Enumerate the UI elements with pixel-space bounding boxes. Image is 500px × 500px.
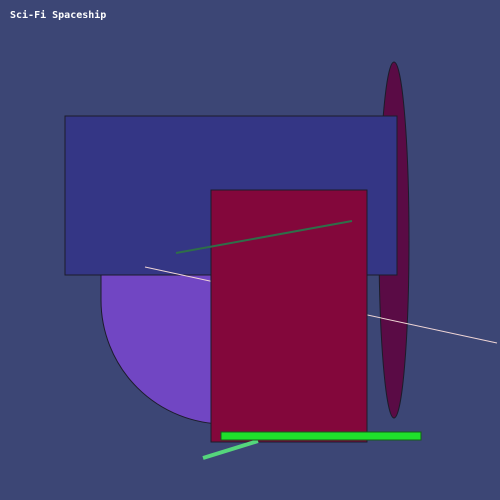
spaceship-drawing bbox=[64, 61, 498, 460]
scene-canvas: Sci-Fi Spaceship bbox=[0, 0, 500, 500]
thruster-bar bbox=[220, 431, 422, 441]
core-block bbox=[210, 189, 368, 443]
exhaust-streak bbox=[202, 439, 259, 460]
